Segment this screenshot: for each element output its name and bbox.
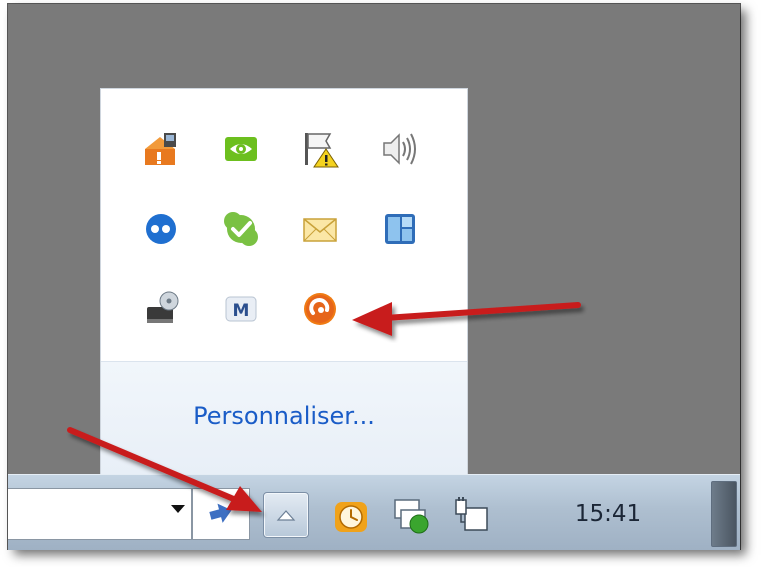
malwarebytes-icon[interactable]: M (219, 287, 263, 331)
avast-icon[interactable] (298, 287, 342, 331)
skype-icon[interactable] (219, 207, 263, 251)
action-center-flag-icon[interactable] (298, 127, 342, 171)
chevron-down-icon[interactable] (171, 505, 185, 513)
svg-text:M: M (233, 301, 250, 321)
disk-drive-icon[interactable] (139, 287, 183, 331)
tray-overflow-icon-grid: M (101, 89, 467, 359)
tray-overflow-popup: M Personnaliser... (101, 89, 467, 475)
taskbar-clock[interactable]: 15:41 (568, 501, 648, 527)
chevron-up-icon (276, 510, 296, 521)
taskbar: 15:41 (8, 474, 740, 550)
show-desktop-button[interactable] (711, 481, 737, 547)
address-go-button[interactable] (192, 488, 250, 540)
network-status-icon[interactable] (390, 495, 432, 537)
power-plug-icon[interactable] (450, 495, 492, 537)
network-warning-icon[interactable] (139, 127, 183, 171)
flickr-dots-icon[interactable] (139, 207, 183, 251)
customize-link[interactable]: Personnaliser... (101, 402, 467, 430)
window-manager-icon[interactable] (378, 207, 422, 251)
tray-overflow-footer: Personnaliser... (101, 361, 467, 475)
mail-envelope-icon[interactable] (298, 207, 342, 251)
address-toolbar-input[interactable] (8, 488, 192, 540)
alarm-clock-icon[interactable] (330, 495, 372, 537)
nvidia-icon[interactable] (219, 127, 263, 171)
volume-icon[interactable] (378, 127, 422, 171)
go-arrow-icon (209, 503, 232, 523)
show-hidden-icons-button[interactable] (263, 492, 309, 538)
